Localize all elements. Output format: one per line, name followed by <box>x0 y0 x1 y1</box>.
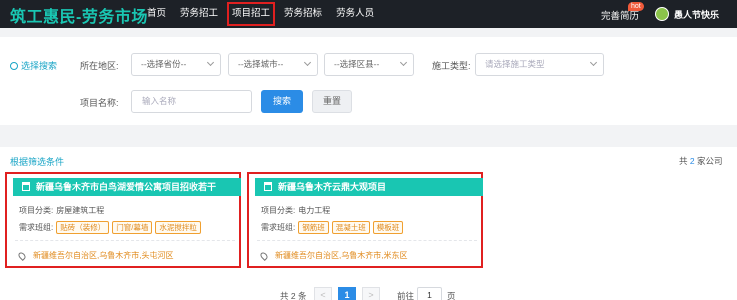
project-title-text: 新疆乌鲁木齐市白鸟湖爱情公寓项目招收若干 <box>36 182 217 192</box>
count-prefix: 共 <box>679 156 688 166</box>
project-name-input[interactable]: 输入名称 <box>131 90 252 113</box>
construction-type-select-value: 请选择施工类型 <box>485 59 545 69</box>
category-label: 项目分类: <box>19 206 54 215</box>
building-icon <box>264 182 272 191</box>
circle-icon <box>10 61 18 70</box>
team-tag: 水泥搅拌粒 <box>155 221 201 234</box>
city-select[interactable]: --选择城市-- <box>228 53 318 76</box>
pagination-total: 共 2 条 <box>280 291 307 300</box>
search-button[interactable]: 搜索 <box>261 90 303 113</box>
region-label: 所在地区: <box>80 61 119 71</box>
team-tag: 钢筋班 <box>298 221 329 234</box>
divider <box>257 240 477 241</box>
project-card-title[interactable]: 新疆乌鲁木齐云鼎大观项目 <box>255 178 483 196</box>
team-tag: 模板班 <box>372 221 404 234</box>
location-pin-icon <box>17 250 27 261</box>
chevron-down-icon <box>206 58 215 67</box>
brand-logo-text[interactable]: 筑工惠民-劳务市场 <box>10 3 148 27</box>
project-teams-row: 需求班组: 贴砖（装修） 门窗/幕墙 水泥搅拌粒 <box>19 221 204 234</box>
chevron-down-icon <box>399 58 408 67</box>
page-suffix: 页 <box>447 291 456 300</box>
category-label: 项目分类: <box>261 206 296 215</box>
project-location: 新疆维吾尔自治区,乌鲁木齐市,米东区 <box>259 250 408 261</box>
page-button-current[interactable]: 1 <box>338 287 356 300</box>
hot-badge: hot <box>628 2 644 11</box>
province-select[interactable]: --选择省份-- <box>131 53 221 76</box>
project-title-text: 新疆乌鲁木齐云鼎大观项目 <box>278 182 387 192</box>
province-select-value: --选择省份-- <box>141 59 187 69</box>
project-card[interactable]: 新疆乌鲁木齐云鼎大观项目 项目分类: 电力工程 需求班组: 钢筋班 混凝土班 模… <box>247 172 483 268</box>
project-card-title[interactable]: 新疆乌鲁木齐市白鸟湖爱情公寓项目招收若干 <box>13 178 241 196</box>
user-name[interactable]: 愚人节快乐 <box>674 8 719 21</box>
teams-label: 需求班组: <box>261 223 296 232</box>
results-panel: 根据筛选条件 共 2 家公司 新疆乌鲁木齐市白鸟湖爱情公寓项目招收若干 项目分类… <box>0 147 737 300</box>
district-select-value: --选择区县-- <box>334 59 380 69</box>
team-tag: 贴砖（装修） <box>56 221 110 234</box>
location-pin-icon <box>259 250 269 261</box>
filter-title-text: 选择搜索 <box>21 61 58 71</box>
filter-panel: 选择搜索 所在地区: --选择省份-- --选择城市-- --选择区县-- 施工… <box>0 37 737 125</box>
filter-section-title: 选择搜索 <box>10 59 57 72</box>
goto-label: 前往 <box>397 291 415 300</box>
location-text: 新疆维吾尔自治区,乌鲁木齐市,头屯河区 <box>33 251 174 260</box>
project-teams-row: 需求班组: 钢筋班 混凝土班 模板班 <box>261 221 406 234</box>
nav-project-recruit[interactable]: 项目招工 <box>225 0 277 28</box>
goto-page-input[interactable]: 1 <box>417 287 442 300</box>
chevron-down-icon <box>303 58 312 67</box>
project-location: 新疆维吾尔自治区,乌鲁木齐市,头屯河区 <box>17 250 174 261</box>
nav-labor-recruit[interactable]: 劳务招工 <box>173 0 225 28</box>
chevron-down-icon <box>589 58 598 67</box>
category-value: 房屋建筑工程 <box>56 206 105 215</box>
project-category-row: 项目分类: 房屋建筑工程 <box>19 205 104 216</box>
location-text: 新疆维吾尔自治区,乌鲁木齐市,米东区 <box>275 251 408 260</box>
teams-label: 需求班组: <box>19 223 54 232</box>
count-suffix: 家公司 <box>697 156 723 166</box>
next-page-button[interactable]: > <box>362 287 380 300</box>
nav-home[interactable]: 首页 <box>140 0 173 28</box>
results-section-title: 根据筛选条件 <box>10 157 65 167</box>
reset-button[interactable]: 重置 <box>312 90 352 113</box>
divider <box>15 240 235 241</box>
nav-laborers[interactable]: 劳务人员 <box>329 0 381 28</box>
category-value: 电力工程 <box>298 206 331 215</box>
top-nav-bar: 筑工惠民-劳务市场 首页 劳务招工 项目招工 劳务招标 劳务人员 完善简历 ho… <box>0 0 737 28</box>
project-card[interactable]: 新疆乌鲁木齐市白鸟湖爱情公寓项目招收若干 项目分类: 房屋建筑工程 需求班组: … <box>5 172 241 268</box>
project-name-label: 项目名称: <box>80 98 119 108</box>
nav-labor-bidding[interactable]: 劳务招标 <box>277 0 329 28</box>
construction-type-label: 施工类型: <box>432 61 471 71</box>
prev-page-button[interactable]: < <box>314 287 332 300</box>
count-number: 2 <box>689 156 695 166</box>
user-avatar[interactable] <box>655 7 669 21</box>
team-tag: 混凝土班 <box>331 221 370 234</box>
project-category-row: 项目分类: 电力工程 <box>261 205 330 216</box>
team-tag: 门窗/幕墙 <box>112 221 153 234</box>
construction-type-select[interactable]: 请选择施工类型 <box>475 53 604 76</box>
building-icon <box>22 182 30 191</box>
results-count: 共 2 家公司 <box>679 155 723 167</box>
district-select[interactable]: --选择区县-- <box>324 53 414 76</box>
main-nav: 首页 劳务招工 项目招工 劳务招标 劳务人员 <box>140 0 381 28</box>
city-select-value: --选择城市-- <box>238 59 284 69</box>
